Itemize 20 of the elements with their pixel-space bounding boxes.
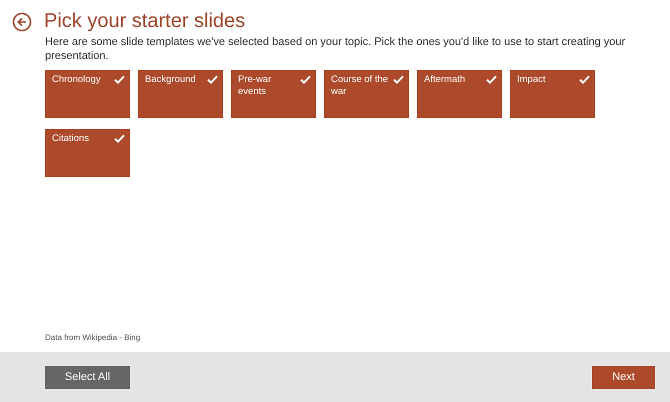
slide-tile[interactable]: Impact — [510, 70, 595, 118]
description-text: Here are some slide templates we've selected based on your topic. Pick the ones you'd like to use to start creating your presentation. — [45, 35, 626, 63]
back-icon[interactable] — [12, 12, 32, 32]
check-icon — [114, 75, 125, 84]
attribution-text: Data from Wikipedia - Bing — [44, 333, 142, 344]
check-icon — [114, 134, 125, 143]
check-icon — [393, 75, 404, 84]
slide-tile[interactable]: Citations — [45, 129, 130, 177]
check-icon — [300, 75, 311, 84]
check-icon — [486, 75, 497, 84]
slide-tile[interactable]: Chronology — [45, 70, 130, 118]
check-icon — [207, 75, 218, 84]
slide-tile[interactable]: Course of the war — [324, 70, 409, 118]
next-button[interactable]: Next — [592, 366, 655, 388]
slide-tile[interactable]: Aftermath — [417, 70, 502, 118]
check-icon — [579, 75, 590, 84]
select-all-button[interactable]: Select All — [45, 366, 130, 388]
slide-tile[interactable]: Pre-war events — [231, 70, 316, 118]
page-title: Pick your starter slides — [44, 10, 246, 33]
slide-tile[interactable]: Background — [138, 70, 223, 118]
